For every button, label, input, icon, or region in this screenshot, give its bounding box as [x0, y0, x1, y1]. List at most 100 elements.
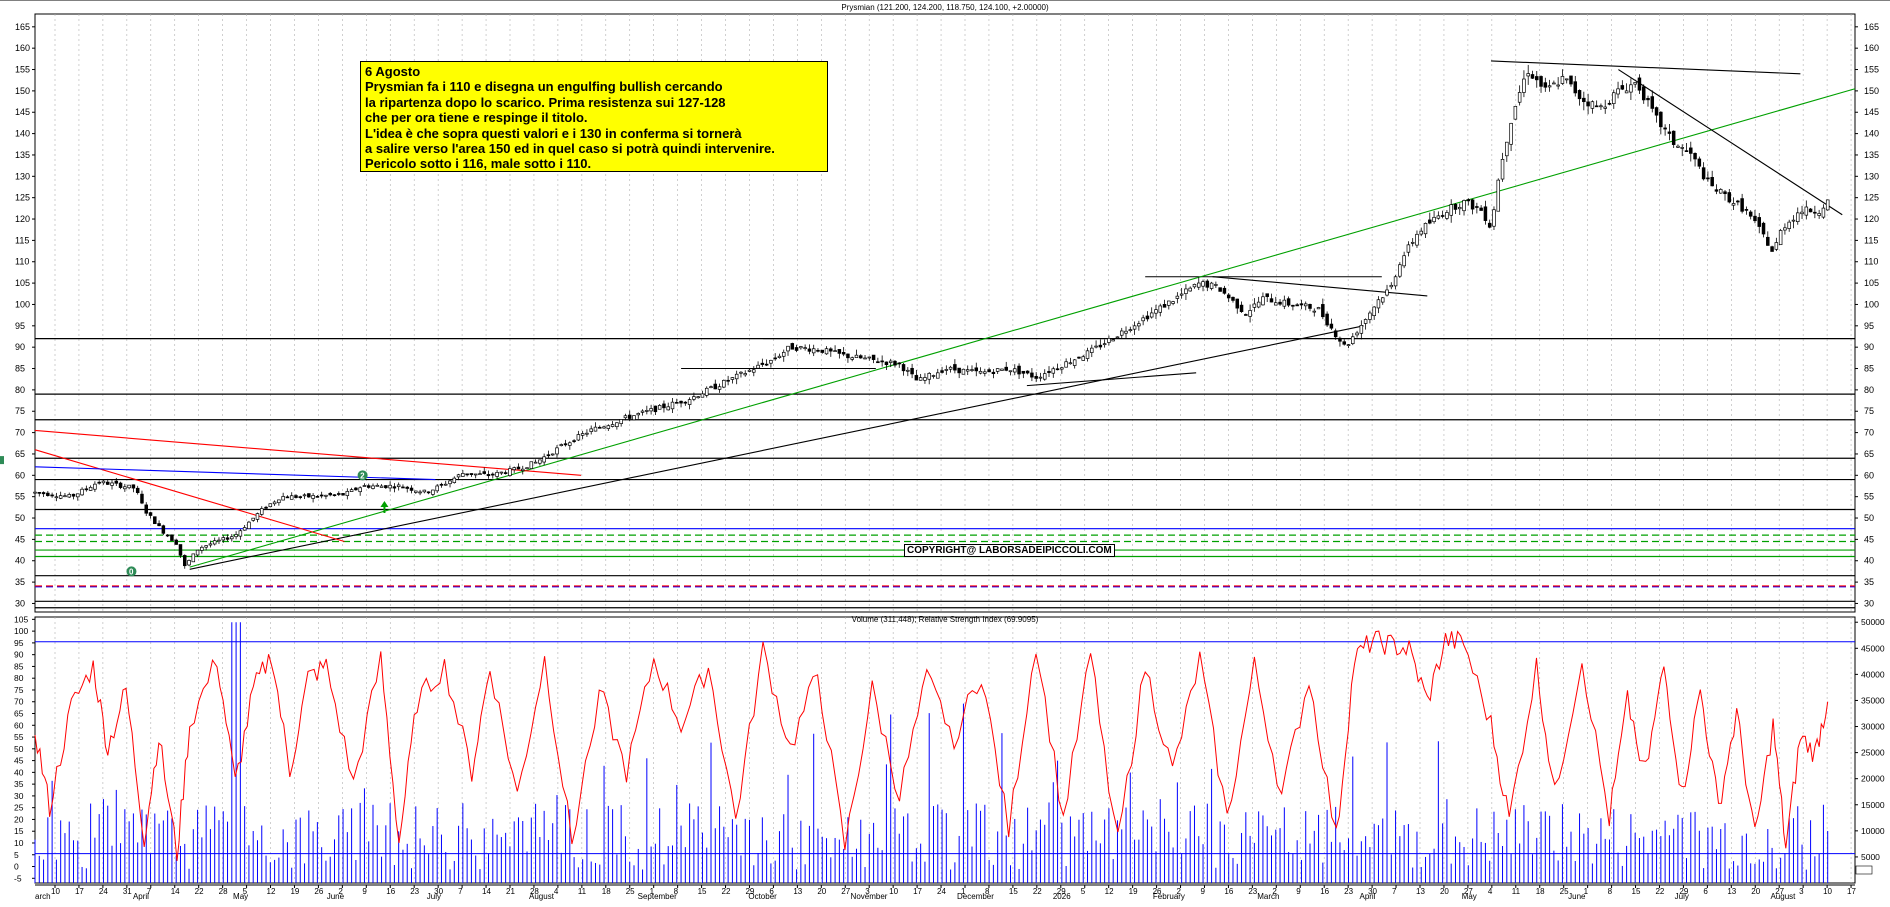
candle-body — [1244, 314, 1248, 316]
candle-body — [816, 349, 820, 352]
candle-body — [606, 425, 611, 429]
candle-body — [422, 489, 427, 493]
candle-body — [1132, 325, 1137, 330]
date-tick-label: 20 — [1440, 887, 1449, 896]
candle-body — [1269, 298, 1274, 303]
candle-body — [1453, 203, 1458, 210]
candle-body — [692, 396, 696, 400]
candle-body — [1727, 192, 1732, 203]
candle-body — [1470, 199, 1475, 210]
candle-body — [1449, 204, 1453, 216]
candle-body — [1282, 299, 1287, 307]
candle-body — [1483, 206, 1488, 221]
date-tick-label: 14 — [482, 887, 491, 896]
candle-body — [820, 349, 824, 353]
price-tick-label-right: 150 — [1864, 86, 1879, 96]
candle-body — [760, 362, 765, 365]
candle-body — [1770, 246, 1774, 252]
rsi-tick-label: 70 — [14, 697, 24, 707]
date-tick-label: 16 — [1224, 887, 1233, 896]
price-tick-label-right: 90 — [1864, 342, 1874, 352]
candle-body — [1479, 207, 1483, 211]
candle-body — [790, 343, 795, 350]
date-tick-label: 9 — [362, 887, 367, 896]
price-tick-label-right: 50 — [1864, 513, 1874, 523]
candle-body — [1620, 85, 1625, 90]
candle-body — [251, 517, 255, 521]
month-label: April — [133, 892, 149, 901]
candle-body — [1325, 313, 1329, 326]
candle-body — [426, 491, 431, 494]
candle-body — [773, 357, 777, 360]
candle-body — [722, 379, 726, 388]
candle-body — [1492, 209, 1496, 227]
candle-body — [247, 521, 251, 530]
candle-body — [358, 487, 362, 493]
candle-body — [704, 387, 709, 396]
candle-body — [974, 367, 979, 372]
candle-body — [1731, 203, 1736, 206]
candle-body — [636, 413, 641, 416]
candle-body — [559, 444, 564, 446]
candle-body — [696, 396, 700, 399]
candle-body — [1291, 304, 1295, 307]
candle-body — [961, 368, 966, 375]
candle-body — [1256, 301, 1261, 308]
candle-body — [1038, 376, 1043, 379]
month-label: May — [233, 892, 248, 901]
candle-body — [187, 560, 191, 566]
candle-body — [491, 473, 495, 476]
candle-body — [157, 523, 161, 527]
candle-body — [1389, 284, 1394, 288]
candle-body — [1633, 82, 1637, 85]
candle-body — [580, 433, 585, 436]
candle-body — [238, 530, 243, 537]
stock-chart: 30 30 35 35 40 40 45 45 50 50 55 55 60 60 65 65 70 70 75 75… — [0, 0, 1890, 902]
candle-body — [281, 496, 285, 501]
price-tick-label-left: 155 — [15, 65, 30, 75]
candle-body — [1042, 373, 1047, 380]
candle-body — [589, 428, 593, 432]
candle-body — [54, 496, 59, 499]
candle-body — [63, 495, 67, 498]
analysis-note: 6 Agosto Prysmian fa i 110 e disegna un … — [360, 61, 828, 172]
candle-body — [212, 540, 217, 545]
rsi-tick-label: 50 — [14, 744, 24, 754]
date-tick-label: 20 — [1751, 887, 1760, 896]
candle-body — [388, 484, 392, 489]
candle-body — [1440, 215, 1445, 217]
candle-body — [657, 405, 662, 410]
date-tick-label: 23 — [410, 887, 419, 896]
candle-body — [161, 525, 166, 534]
trendline — [1026, 372, 1197, 387]
candle-body — [1778, 230, 1783, 246]
date-tick-label: 4 — [554, 887, 559, 896]
candle-body — [1385, 289, 1389, 296]
candle-body — [93, 483, 97, 490]
price-tick-label-left: 125 — [15, 193, 30, 203]
candle-body — [863, 357, 867, 360]
candle-body — [1637, 77, 1642, 91]
price-tick-label-left: 160 — [15, 43, 30, 53]
edge-marker — [0, 456, 4, 465]
rsi-tick-label: 100 — [14, 626, 28, 636]
candle-body — [1342, 341, 1346, 345]
candle-body — [871, 354, 876, 360]
candle-body — [268, 503, 273, 508]
note-line: la ripartenza dopo lo scarico. Prima res… — [365, 94, 726, 110]
candle-body — [1209, 282, 1214, 289]
candle-body — [948, 366, 953, 370]
candle-body — [332, 494, 337, 497]
candle-body — [1090, 347, 1094, 353]
date-tick-label: 15 — [1009, 887, 1018, 896]
candle-body — [114, 480, 119, 484]
candle-body — [1128, 329, 1133, 331]
rsi-tick-label: -5 — [14, 873, 22, 883]
candle-body — [37, 492, 42, 494]
candle-body — [1316, 307, 1321, 310]
candle-body — [1308, 304, 1312, 309]
candle-body — [354, 487, 358, 491]
candle-body — [97, 481, 101, 484]
candle-body — [1393, 276, 1398, 287]
note-line: Pericolo sotto i 116, male sotto i 110. — [365, 156, 592, 172]
